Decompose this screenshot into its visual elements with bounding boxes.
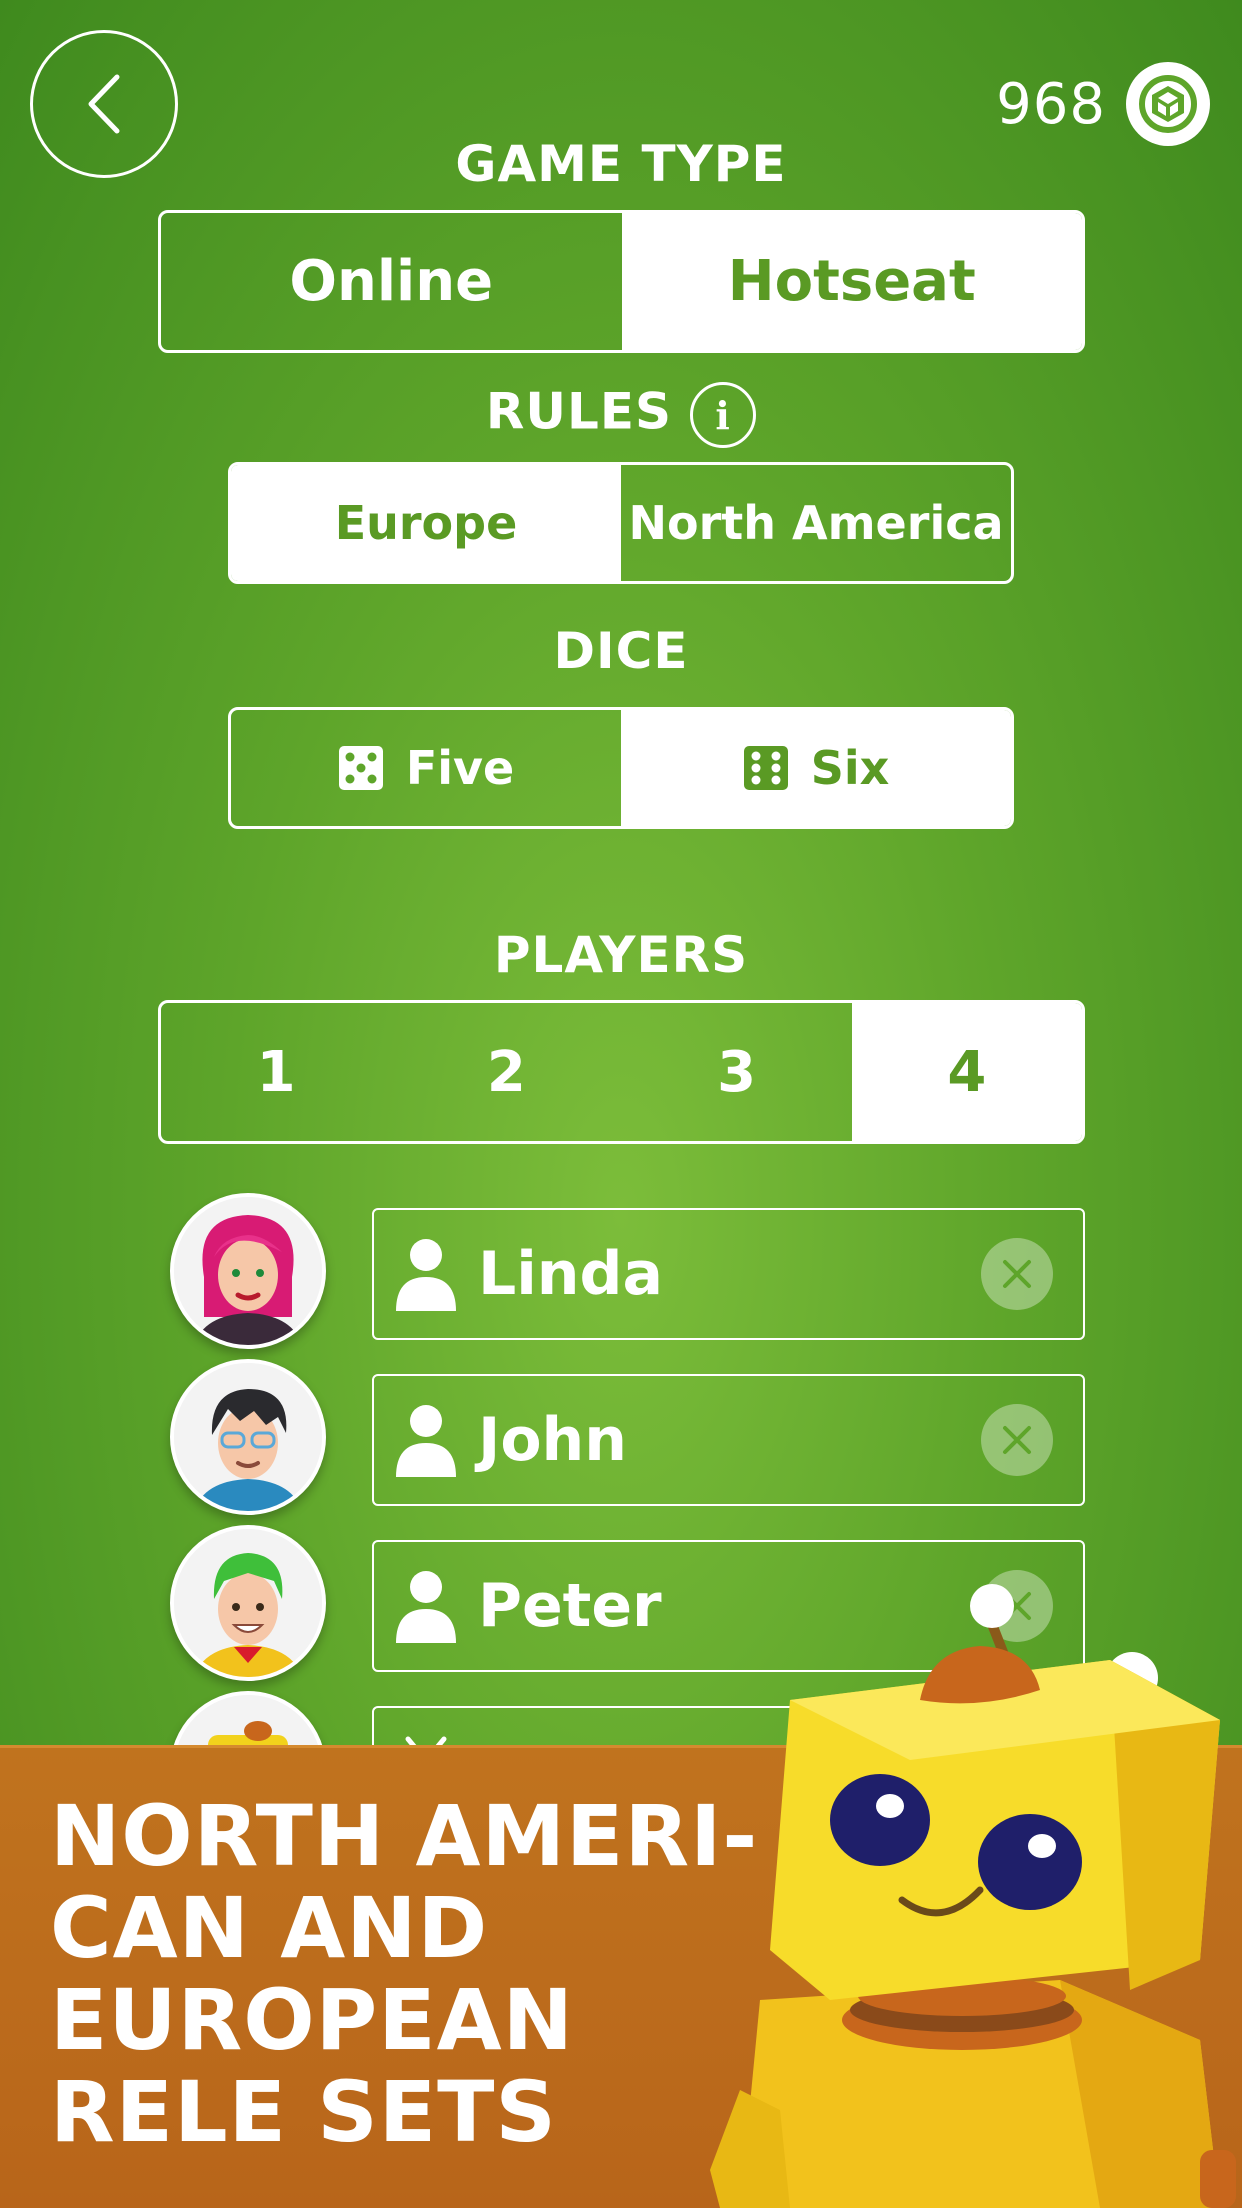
game-type-hotseat[interactable]: Hotseat [621,213,1082,350]
promo-line: CAN AND [50,1879,489,1977]
avatar-peter[interactable] [170,1525,326,1681]
dice-title: DICE [553,622,689,680]
dice-five-label: Five [405,741,515,795]
robot-mascot-illustration [710,1584,1236,2208]
dice-five-option[interactable]: Five [231,710,621,826]
close-icon [1003,1426,1031,1454]
players-title: PLAYERS [493,926,749,984]
player-count-1[interactable]: 1 [161,1003,391,1141]
player-count-4[interactable]: 4 [851,1003,1082,1141]
promo-line: EUROPEAN [50,1971,574,2069]
promo-line: NORTH AMERI- [50,1787,759,1885]
rules-selector: Europe North America [228,462,1014,584]
game-type-online[interactable]: Online [161,213,622,350]
avatar-linda[interactable] [170,1193,326,1349]
dice-six-option[interactable]: Six [621,710,1011,826]
game-type-selector: Online Hotseat [158,210,1085,353]
cube-coin-icon [1126,62,1210,146]
player-field-john[interactable]: John [372,1374,1085,1506]
promo-banner-text: NORTH AMERI- CAN AND EUROPEAN RELE SETS [50,1790,770,2158]
player-field-linda[interactable]: Linda [372,1208,1085,1340]
close-icon [1003,1260,1031,1288]
dice-five-icon [338,746,383,790]
player-name: Linda [478,1239,663,1309]
rules-header: RULES i [0,382,1242,448]
dice-six-icon [743,746,788,790]
promo-line: RELE SETS [50,2063,557,2161]
player-count-selector: 1 2 3 4 [158,1000,1085,1144]
remove-player-button[interactable] [981,1404,1053,1476]
rules-north-america[interactable]: North America [621,465,1011,581]
person-icon [396,1405,456,1477]
remove-player-button[interactable] [981,1238,1053,1310]
dice-six-label: Six [810,741,890,795]
game-type-title: GAME TYPE [455,135,787,193]
rules-europe[interactable]: Europe [231,465,621,581]
player-count-3[interactable]: 3 [622,1003,852,1141]
avatar-john[interactable] [170,1359,326,1515]
chevron-left-icon [88,74,120,134]
dice-selector: Five Six [228,707,1014,829]
rules-title: RULES [485,382,673,441]
coin-balance[interactable]: 968 [996,62,1210,146]
player-name: John [478,1405,627,1475]
person-icon [396,1239,456,1311]
coin-count: 968 [996,71,1106,137]
info-icon[interactable]: i [690,382,757,448]
person-icon [396,1571,456,1643]
player-count-2[interactable]: 2 [391,1003,621,1141]
